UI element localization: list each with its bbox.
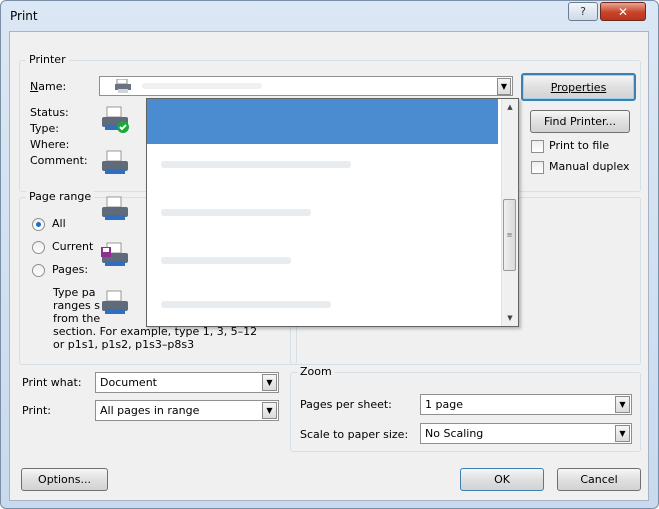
printer-list-item-selected[interactable] xyxy=(147,99,507,144)
ok-button[interactable]: OK xyxy=(460,468,544,491)
scroll-up-icon[interactable]: ▲ xyxy=(502,99,518,115)
pages-per-sheet-label: Pages per sheet: xyxy=(300,398,392,411)
manual-duplex-checkbox[interactable] xyxy=(531,161,544,174)
current-page-label[interactable]: Current xyxy=(52,240,93,253)
page-range-help-line-5: or p1s1, p1s2, p1s3–p8s3 xyxy=(53,338,195,351)
name-label: Name: xyxy=(30,80,66,93)
all-label[interactable]: All xyxy=(52,217,66,230)
options-button[interactable]: Options... xyxy=(21,468,108,491)
page-range-help-line-1: Type pa xyxy=(53,286,96,299)
page-range-help-line-3: from the xyxy=(53,312,101,325)
page-range-help-line-2: ranges s xyxy=(53,299,100,312)
print-combo[interactable]: All pages in range ▼ xyxy=(95,400,279,421)
print-what-combo[interactable]: Document ▼ xyxy=(95,372,279,393)
printer-icon xyxy=(101,195,131,228)
redacted-printer-name xyxy=(161,209,311,216)
printer-list-item[interactable] xyxy=(147,287,507,326)
title-bar: Print ? ✕ xyxy=(1,1,658,31)
printer-dropdown-list[interactable]: ▲ ≡ ▼ xyxy=(146,98,519,327)
scale-combo[interactable]: No Scaling ▼ xyxy=(420,423,632,444)
printer-list-item[interactable] xyxy=(147,243,507,283)
printer-list-item[interactable] xyxy=(147,195,507,235)
options-label: Options... xyxy=(38,473,91,486)
close-button[interactable]: ✕ xyxy=(600,2,646,21)
redacted-printer-name xyxy=(161,161,351,168)
pages-per-sheet-value: 1 page xyxy=(425,398,463,411)
chevron-down-icon[interactable]: ▼ xyxy=(615,396,630,413)
printer-icon xyxy=(101,289,131,322)
window-title: Print xyxy=(10,9,38,23)
scroll-down-icon[interactable]: ▼ xyxy=(502,310,518,326)
chevron-down-icon[interactable]: ▼ xyxy=(615,425,630,442)
printer-group-label: Printer xyxy=(26,53,69,66)
chevron-down-icon[interactable]: ▼ xyxy=(497,78,511,95)
chevron-down-icon[interactable]: ▼ xyxy=(262,402,277,419)
scale-label: Scale to paper size: xyxy=(300,428,409,441)
where-label: Where: xyxy=(30,138,70,151)
pages-radio[interactable] xyxy=(32,264,45,277)
help-button[interactable]: ? xyxy=(568,2,598,21)
manual-duplex-label[interactable]: Manual duplex xyxy=(549,160,630,173)
printer-name-combo[interactable]: ▼ xyxy=(99,76,513,96)
current-page-radio[interactable] xyxy=(32,241,45,254)
page-range-group-label: Page range xyxy=(26,190,95,203)
cancel-button[interactable]: Cancel xyxy=(557,468,641,491)
printer-icon xyxy=(101,149,131,182)
pages-label[interactable]: Pages: xyxy=(52,263,88,276)
print-to-file-checkbox[interactable] xyxy=(531,140,544,153)
zoom-group-label: Zoom xyxy=(297,365,335,378)
print-label: Print: xyxy=(22,404,52,417)
print-value: All pages in range xyxy=(100,404,200,417)
comment-label: Comment: xyxy=(30,154,88,167)
properties-label: Properties xyxy=(550,80,607,94)
printer-list-item[interactable] xyxy=(147,147,507,187)
redacted-printer-name xyxy=(161,257,291,264)
find-printer-label: Find Printer... xyxy=(543,115,617,128)
printer-default-icon xyxy=(101,105,131,138)
redacted-printer-name xyxy=(161,301,331,308)
close-icon: ✕ xyxy=(617,4,629,19)
cancel-label: Cancel xyxy=(580,473,618,486)
selection-highlight xyxy=(147,99,498,144)
status-label: Status: xyxy=(30,106,69,119)
printer-small-icon xyxy=(115,78,131,96)
name-label-rest: ame: xyxy=(38,80,67,93)
help-icon: ? xyxy=(580,5,586,18)
ok-label: OK xyxy=(494,473,510,486)
fax-printer-icon xyxy=(101,241,131,274)
print-what-label: Print what: xyxy=(22,376,82,389)
all-radio[interactable] xyxy=(32,218,45,231)
chevron-down-icon[interactable]: ▼ xyxy=(262,374,277,391)
pages-per-sheet-combo[interactable]: 1 page ▼ xyxy=(420,394,632,415)
print-dialog: Print ? ✕ Printer Name: ▼ Status: Type: … xyxy=(0,0,659,509)
scale-value: No Scaling xyxy=(425,427,484,440)
print-to-file-label[interactable]: Print to file xyxy=(549,139,609,152)
printer-name-redacted xyxy=(142,83,262,89)
scroll-thumb[interactable]: ≡ xyxy=(503,199,516,271)
find-printer-button[interactable]: Find Printer... xyxy=(530,110,630,133)
name-label-accel: N xyxy=(30,80,39,93)
properties-button[interactable]: Properties xyxy=(521,73,636,101)
type-label: Type: xyxy=(30,122,59,135)
dropdown-scrollbar[interactable]: ▲ ≡ ▼ xyxy=(501,99,518,326)
print-what-value: Document xyxy=(100,376,157,389)
